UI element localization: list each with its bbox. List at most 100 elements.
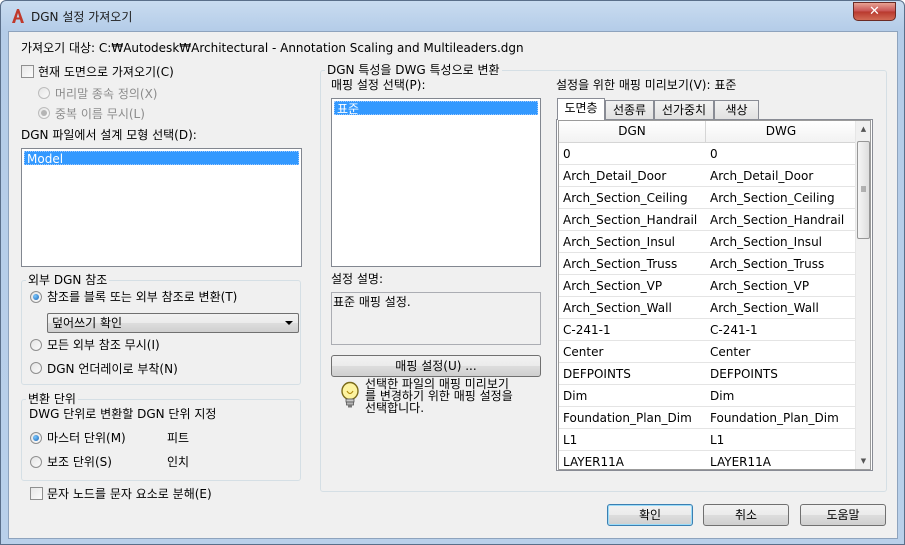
master-units-radio[interactable]: [30, 432, 42, 444]
current-layout-label[interactable]: 현재 도면으로 가져오기(C): [38, 65, 174, 79]
dwg-cell: Arch_Section_Ceiling: [710, 191, 835, 205]
table-row[interactable]: Arch_Section_Truss Arch_Section_Truss: [559, 253, 855, 275]
dwg-cell: Arch_Section_Wall: [710, 301, 819, 315]
explode-text-label[interactable]: 문자 노드를 문자 요소로 분해(E): [47, 487, 212, 501]
ignore-duplicates-radio: [38, 107, 50, 119]
table-row[interactable]: LAYER11A LAYER11A: [559, 451, 855, 469]
column-header-dgn[interactable]: DGN: [559, 121, 706, 143]
dgn-cell: Arch_Section_Ceiling: [563, 191, 688, 205]
table-row[interactable]: Arch_Section_Insul Arch_Section_Insul: [559, 231, 855, 253]
dwg-cell: Foundation_Plan_Dim: [710, 411, 839, 425]
preview-scrollbar[interactable]: ▲ ▼: [855, 121, 870, 469]
tab-linetypes[interactable]: 선종류: [605, 100, 654, 120]
dgn-cell: Arch_Section_Wall: [563, 301, 672, 315]
close-button[interactable]: ✕: [853, 2, 896, 21]
scroll-thumb[interactable]: [857, 141, 870, 239]
dgn-cell: Dim: [563, 389, 588, 403]
help-button[interactable]: 도움말: [800, 504, 886, 526]
dwg-cell: L1: [710, 433, 725, 447]
dgn-cell: Arch_Section_Truss: [563, 257, 678, 271]
grip-icon: [861, 186, 866, 192]
table-row[interactable]: Dim Dim: [559, 385, 855, 407]
dwg-cell: Dim: [710, 389, 735, 403]
table-row[interactable]: Arch_Detail_Door Arch_Detail_Door: [559, 165, 855, 187]
table-row[interactable]: DEFPOINTS DEFPOINTS: [559, 363, 855, 385]
units-title: 변환 단위: [26, 392, 78, 406]
setting-description-text: 표준 매핑 설정.: [331, 292, 541, 345]
table-row[interactable]: Arch_Section_Wall Arch_Section_Wall: [559, 297, 855, 319]
overwrite-combo-value: 덮어쓰기 확인: [52, 316, 123, 330]
dwg-cell: LAYER11A: [710, 455, 771, 469]
mapping-group-title: DGN 특성을 DWG 특성으로 변환: [325, 63, 502, 77]
explode-text-checkbox[interactable]: [30, 487, 43, 500]
table-row[interactable]: Arch_Section_Ceiling Arch_Section_Ceiling: [559, 187, 855, 209]
tab-colors[interactable]: 색상: [714, 100, 759, 120]
prefix-rename-radio: [38, 87, 50, 99]
dwg-cell: C-241-1: [710, 323, 758, 337]
dgn-cell: Arch_Detail_Door: [563, 169, 667, 183]
master-units-label[interactable]: 마스터 단위(M): [47, 431, 126, 445]
attach-underlay-radio[interactable]: [30, 362, 42, 374]
dialog-window: DGN 설정 가져오기 ✕ 가져오기 대상: C:₩Autodesk₩Archi…: [0, 0, 905, 545]
table-row[interactable]: 00: [559, 143, 855, 165]
cancel-button[interactable]: 취소: [703, 504, 789, 526]
mapping-listbox[interactable]: 표준: [331, 98, 541, 267]
dgn-cell: C-241-1: [563, 323, 611, 337]
prefix-rename-label: 머리말 종속 정의(X): [55, 87, 158, 101]
mapping-settings-button[interactable]: 매핑 설정(U) ...: [331, 355, 541, 377]
convert-refs-radio[interactable]: [30, 291, 42, 303]
external-refs-title: 외부 DGN 참조: [26, 273, 110, 287]
dgn-cell: Center: [563, 345, 604, 359]
ok-button[interactable]: 확인: [607, 504, 693, 526]
design-model-listbox[interactable]: Model: [21, 148, 302, 267]
attach-underlay-label[interactable]: DGN 언더레이로 부착(N): [47, 362, 178, 376]
current-layout-checkbox[interactable]: [21, 65, 34, 78]
mapping-preview-grid[interactable]: DGN DWG 0 0 Arch_Detail_Door Arch_Detail_Do…: [558, 120, 871, 470]
mapping-select-label: 매핑 설정 선택(P):: [331, 78, 426, 92]
scroll-down-icon[interactable]: ▼: [856, 454, 870, 469]
design-model-label: DGN 파일에서 설계 모형 선택(D):: [21, 128, 197, 142]
table-row[interactable]: Arch_Section_Handrail Arch_Section_Handra…: [559, 209, 855, 231]
overwrite-combo[interactable]: 덮어쓰기 확인: [47, 313, 299, 333]
setting-description-label: 설정 설명:: [331, 272, 384, 286]
sub-units-value: 인치: [167, 455, 190, 469]
preview-label: 설정을 위한 매핑 미리보기(V): 표준: [556, 78, 737, 92]
convert-refs-label[interactable]: 참조를 블록 또는 외부 참조로 변환(T): [47, 290, 237, 304]
mapping-hint-line-3: 선택합니다.: [365, 401, 425, 415]
window-title: DGN 설정 가져오기: [31, 10, 133, 24]
dgn-cell: DEFPOINTS: [563, 367, 631, 381]
table-row[interactable]: Arch_Section_VP Arch_Section_VP: [559, 275, 855, 297]
table-row[interactable]: Foundation_Plan_Dim Foundation_Plan_Dim: [559, 407, 855, 429]
table-row[interactable]: C-241-1 C-241-1: [559, 319, 855, 341]
units-description: DWG 단위로 변환할 DGN 단위 지정: [29, 407, 217, 421]
lightbulb-icon: [341, 381, 359, 408]
table-row[interactable]: L1 L1: [559, 429, 855, 451]
column-header-dwg[interactable]: DWG: [706, 121, 856, 143]
design-model-item[interactable]: Model: [24, 151, 299, 166]
table-row[interactable]: Center Center: [559, 341, 855, 363]
ignore-duplicates-label: 중복 이름 무시(L): [55, 107, 145, 121]
sub-units-label[interactable]: 보조 단위(S): [47, 455, 112, 469]
dwg-cell: Arch_Section_Truss: [710, 257, 825, 271]
master-units-value: 피트: [167, 431, 190, 445]
scroll-up-icon[interactable]: ▲: [856, 122, 870, 137]
dialog-client-area: 가져오기 대상: C:₩Autodesk₩Architectural - Ann…: [8, 31, 898, 539]
dgn-cell: L1: [563, 433, 578, 447]
dwg-cell: 0: [710, 147, 718, 161]
dwg-cell: DEFPOINTS: [710, 367, 778, 381]
dwg-cell: Arch_Detail_Door: [710, 169, 814, 183]
tab-lineweights[interactable]: 선가중치: [654, 100, 714, 120]
dwg-cell: Arch_Section_Handrail: [710, 213, 845, 227]
mapping-item[interactable]: 표준: [334, 101, 538, 116]
import-target-path: 가져오기 대상: C:₩Autodesk₩Architectural - Ann…: [21, 41, 524, 55]
ignore-refs-radio[interactable]: [30, 339, 42, 351]
ignore-refs-label[interactable]: 모든 외부 참조 무시(I): [47, 338, 160, 352]
dwg-cell: Center: [710, 345, 751, 359]
sub-units-radio[interactable]: [30, 456, 42, 468]
chevron-down-icon: [285, 321, 293, 325]
dgn-cell: Arch_Section_VP: [563, 279, 663, 293]
dwg-cell: Arch_Section_Insul: [710, 235, 823, 249]
dgn-cell: Arch_Section_Handrail: [563, 213, 698, 227]
tab-layers[interactable]: 도면층: [557, 98, 605, 120]
dgn-cell: LAYER11A: [563, 455, 624, 469]
